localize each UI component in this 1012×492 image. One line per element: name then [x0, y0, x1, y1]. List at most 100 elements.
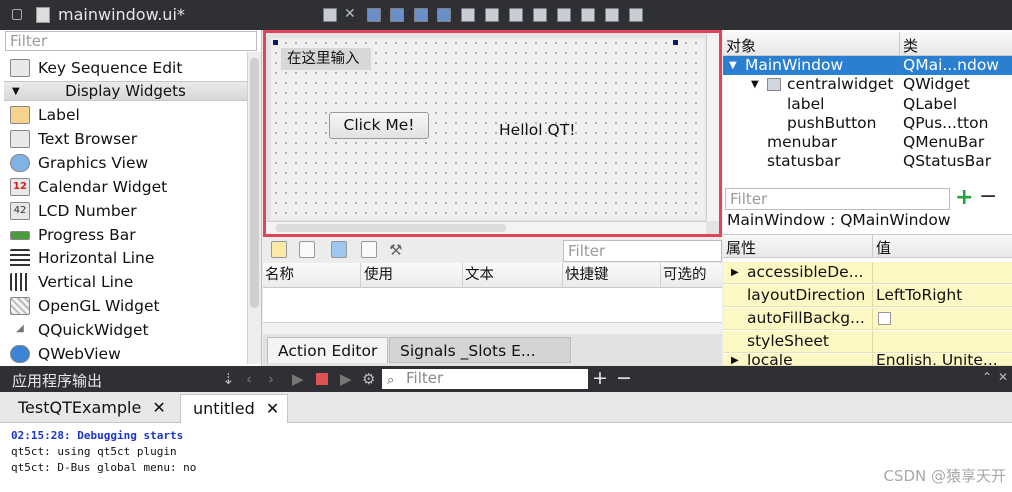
widget-item-opengl[interactable]: OpenGL Widget: [10, 294, 160, 318]
widget-item-lcd-number[interactable]: 42 LCD Number: [10, 199, 137, 223]
copy-action-icon[interactable]: [299, 241, 315, 258]
column-header-object[interactable]: 对象: [726, 35, 756, 56]
widget-item-progress-bar[interactable]: Progress Bar: [10, 223, 136, 247]
property-value[interactable]: LeftToRight: [876, 285, 962, 306]
remove-dynamic-property-icon[interactable]: −: [979, 186, 997, 208]
tree-row-menubar[interactable]: menubar QMenuBar: [723, 133, 1012, 152]
form-horizontal-scrollbar[interactable]: [266, 221, 706, 234]
lcd-number-icon: 42: [10, 202, 30, 220]
column-header[interactable]: 快捷键: [563, 263, 661, 288]
tree-row-label[interactable]: label QLabel: [723, 95, 1012, 114]
widget-item-vertical-line[interactable]: Vertical Line: [10, 270, 133, 294]
scrollbar-thumb[interactable]: [276, 224, 506, 232]
tree-row-pushbutton[interactable]: pushButton QPus...tton: [723, 114, 1012, 133]
property-row-stylesheet[interactable]: styleSheet: [723, 331, 1012, 353]
edit-widgets-icon[interactable]: [367, 8, 381, 22]
tab-testqtexample[interactable]: TestQTExample ✕: [6, 394, 178, 423]
widget-item-key-sequence-edit[interactable]: Key Sequence Edit: [10, 56, 182, 80]
run-icon[interactable]: ▶: [292, 370, 304, 388]
layout-splitter-v-icon[interactable]: [533, 8, 547, 22]
property-filter-input[interactable]: Filter: [725, 188, 950, 210]
hello-label[interactable]: Hellol QT!: [499, 121, 575, 139]
widget-item-label-widget[interactable]: Label: [10, 103, 80, 127]
widget-item-label: Text Browser: [38, 130, 138, 148]
progress-bar-icon: [10, 230, 30, 240]
previous-icon[interactable]: ‹: [246, 370, 252, 388]
expand-arrow-icon: ▼: [729, 60, 737, 71]
edit-buddies-icon[interactable]: [414, 8, 428, 22]
widget-item-quick-widget[interactable]: ◢ QQuickWidget: [10, 318, 148, 342]
action-filter-input[interactable]: Filter: [563, 240, 722, 262]
paste-action-icon[interactable]: [331, 241, 347, 258]
selection-handle[interactable]: [673, 40, 678, 45]
column-header-value[interactable]: 值: [876, 237, 891, 258]
property-name: locale: [747, 354, 793, 366]
column-header[interactable]: 使用: [362, 263, 463, 288]
next-icon[interactable]: ›: [268, 370, 274, 388]
tab-signals-slots[interactable]: Signals _Slots E...: [389, 337, 571, 363]
stop-icon[interactable]: [316, 373, 328, 385]
property-value[interactable]: English, Unite...: [876, 354, 998, 365]
widget-item-graphics-view[interactable]: Graphics View: [10, 151, 148, 175]
autofill-checkbox[interactable]: [878, 312, 891, 325]
adjust-size-icon[interactable]: [629, 8, 643, 22]
scrollbar-thumb[interactable]: [250, 58, 259, 308]
tree-row-mainwindow[interactable]: ▼ MainWindow QMai...ndow: [723, 56, 1012, 75]
layout-horizontal-icon[interactable]: [461, 8, 475, 22]
form-vertical-scrollbar[interactable]: [706, 33, 719, 221]
property-row-accessible[interactable]: ▶ accessibleDe...: [723, 262, 1012, 284]
new-action-icon[interactable]: [271, 241, 287, 258]
widget-box-scrollbar[interactable]: [247, 52, 261, 364]
layout-grid-icon[interactable]: [581, 8, 595, 22]
settings-gear-icon[interactable]: ⚙: [362, 370, 375, 388]
selection-handle[interactable]: [273, 40, 278, 45]
add-dynamic-property-icon[interactable]: +: [955, 187, 973, 209]
graphics-view-icon: [10, 154, 30, 172]
object-name: centralwidget: [787, 75, 894, 93]
property-row-autofill[interactable]: autoFillBackg...: [723, 308, 1012, 330]
close-pane-icon[interactable]: ✕: [998, 370, 1008, 384]
widget-filter-input[interactable]: Filter: [5, 31, 257, 51]
menubar-placeholder[interactable]: 在这里输入: [281, 48, 371, 70]
property-row-locale[interactable]: ▶ locale English, Unite...: [723, 354, 1012, 366]
tree-row-centralwidget[interactable]: ▼ centralwidget QWidget: [723, 75, 1012, 94]
maximize-icon[interactable]: ⌃: [982, 370, 992, 384]
zoom-in-icon[interactable]: +: [592, 367, 608, 389]
category-display-widgets[interactable]: ▼ Display Widgets: [4, 81, 247, 101]
layout-vertical-icon[interactable]: [485, 8, 499, 22]
break-layout-icon[interactable]: [605, 8, 619, 22]
tab-untitled[interactable]: untitled ✕: [180, 394, 288, 423]
configure-icon[interactable]: ⚒: [389, 241, 405, 259]
zoom-out-icon[interactable]: −: [616, 367, 632, 389]
column-header[interactable]: 可选的: [661, 263, 722, 288]
delete-action-icon[interactable]: [361, 241, 377, 258]
widget-item-calendar[interactable]: 12 Calendar Widget: [10, 175, 167, 199]
close-icon[interactable]: ✕: [344, 7, 358, 22]
form-canvas[interactable]: 在这里输入 Click Me! Hellol QT!: [271, 38, 705, 220]
edit-signals-icon[interactable]: [390, 8, 404, 22]
action-table-scrollbar[interactable]: [263, 322, 722, 334]
close-tab-icon[interactable]: ✕: [152, 398, 165, 417]
widget-item-horizontal-line[interactable]: Horizontal Line: [10, 246, 154, 270]
widget-item-text-browser[interactable]: Text Browser: [10, 127, 137, 151]
column-header-property[interactable]: 属性: [726, 237, 756, 258]
widget-item-web-view[interactable]: QWebView: [10, 342, 121, 366]
application-output[interactable]: 02:15:28: Debugging starts qt5ct: using …: [0, 423, 1012, 492]
attach-debugger-icon[interactable]: ⇣: [222, 370, 235, 388]
property-row-layout-direction[interactable]: layoutDirection LeftToRight: [723, 285, 1012, 307]
edit-tab-order-icon[interactable]: [437, 8, 451, 22]
output-filter-input[interactable]: ⌕ Filter: [382, 369, 588, 389]
tab-action-editor[interactable]: Action Editor: [267, 337, 389, 363]
column-header[interactable]: 文本: [463, 263, 563, 288]
column-header-class[interactable]: 类: [903, 35, 918, 56]
close-tab-icon[interactable]: ✕: [266, 399, 279, 418]
column-header[interactable]: 名称: [263, 263, 361, 288]
debug-run-icon[interactable]: ▶: [340, 370, 352, 388]
tree-row-statusbar[interactable]: statusbar QStatusBar: [723, 152, 1012, 171]
click-me-button[interactable]: Click Me!: [329, 112, 429, 139]
layout-splitter-h-icon[interactable]: [509, 8, 523, 22]
layout-form-icon[interactable]: [557, 8, 571, 22]
sort-icon[interactable]: [323, 8, 337, 22]
object-class: QMai...ndow: [903, 56, 999, 74]
widget-item-label: Label: [38, 106, 80, 124]
